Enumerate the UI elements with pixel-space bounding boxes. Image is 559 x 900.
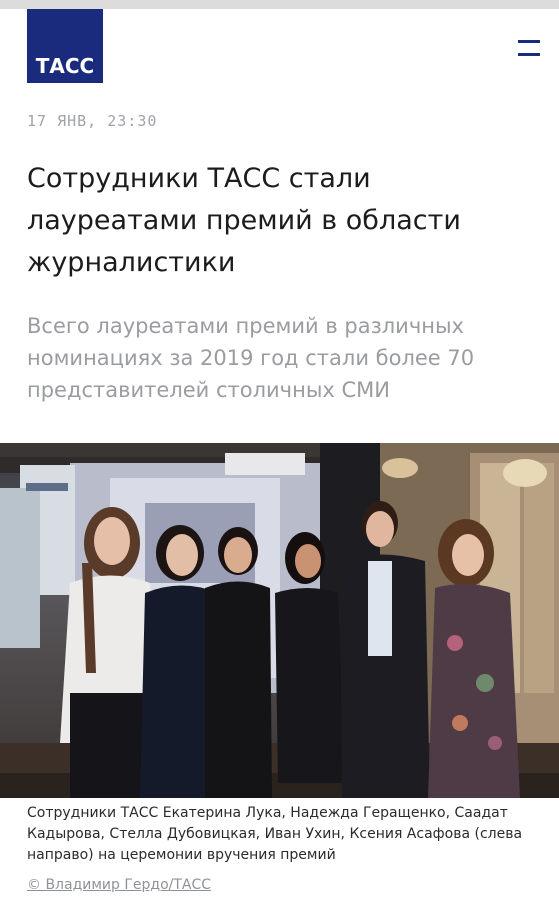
logo-text: ТАСС	[35, 54, 95, 78]
tass-logo[interactable]: ТАСС	[27, 9, 103, 83]
article-photo[interactable]	[0, 443, 559, 798]
site-header: ТАСС	[0, 9, 559, 87]
photo-credit-link[interactable]: © Владимир Гердо/ТАСС	[27, 875, 211, 896]
photo-caption: Сотрудники ТАСС Екатерина Лука, Надежда …	[27, 805, 523, 863]
article-title: Сотрудники ТАСС стали лауреатами премий …	[27, 163, 461, 278]
menu-button[interactable]	[510, 29, 546, 65]
article-date: 17 ЯНВ, 23:30	[27, 112, 158, 130]
status-strip	[0, 0, 559, 9]
menu-icon	[518, 40, 540, 43]
menu-icon-line	[518, 53, 540, 56]
article-lead: Всего лауреатами премий в различных номи…	[27, 314, 475, 402]
